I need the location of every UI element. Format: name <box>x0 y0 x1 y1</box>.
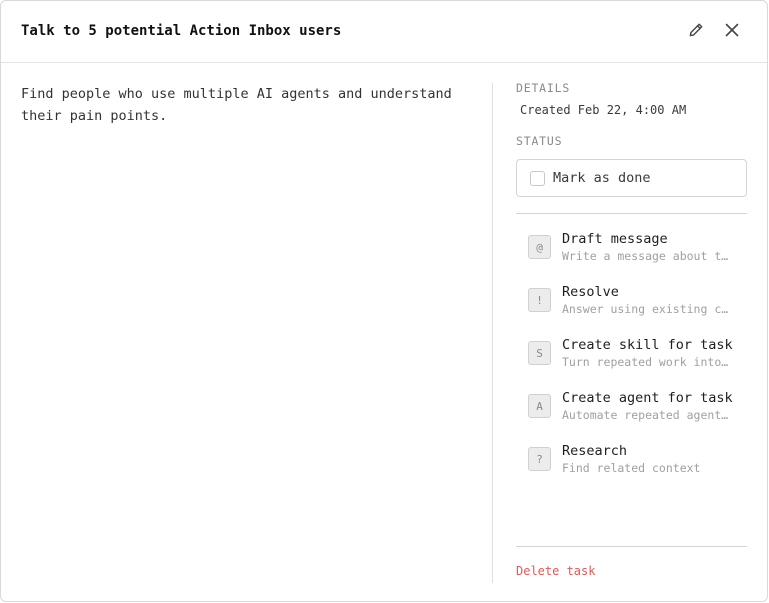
action-create-skill[interactable]: S Create skill for task Turn repeated wo… <box>516 332 747 380</box>
side-panel: DETAILS Created Feb 22, 4:00 AM STATUS M… <box>516 81 748 491</box>
action-subtitle: Turn repeated work into… <box>562 355 729 369</box>
mark-as-done-label: Mark as done <box>553 170 651 186</box>
mark-as-done-button[interactable]: Mark as done <box>516 159 747 197</box>
task-detail-modal: Talk to 5 potential Action Inbox users F… <box>0 0 768 602</box>
action-title: Draft message <box>562 231 668 247</box>
footer-divider <box>516 546 747 547</box>
agent-letter-icon: A <box>528 394 551 418</box>
created-timestamp: Created Feb 22, 4:00 AM <box>520 103 687 117</box>
action-title: Create skill for task <box>562 337 733 353</box>
action-create-agent[interactable]: A Create agent for task Automate repeate… <box>516 385 747 433</box>
task-description: Find people who use multiple AI agents a… <box>21 86 452 124</box>
edit-button[interactable] <box>683 19 709 45</box>
done-checkbox[interactable] <box>530 170 545 186</box>
action-subtitle: Automate repeated agent… <box>562 408 729 422</box>
action-title: Research <box>562 443 628 459</box>
action-subtitle: Write a message about t… <box>562 249 729 263</box>
action-draft-message[interactable]: @ Draft message Write a message about t… <box>516 226 747 274</box>
action-research[interactable]: ? Research Find related context <box>516 438 747 486</box>
details-label: DETAILS <box>516 81 571 95</box>
action-subtitle: Find related context <box>562 461 701 475</box>
action-resolve[interactable]: ! Resolve Answer using existing c… <box>516 279 747 327</box>
pencil-icon <box>688 22 704 42</box>
vertical-divider <box>492 83 493 583</box>
exclamation-icon: ! <box>528 288 551 312</box>
skill-letter-icon: S <box>528 341 551 365</box>
section-divider <box>516 213 747 214</box>
action-title: Resolve <box>562 284 619 300</box>
action-list: @ Draft message Write a message about t…… <box>516 226 748 486</box>
question-icon: ? <box>528 447 551 471</box>
task-title: Talk to 5 potential Action Inbox users <box>21 23 342 39</box>
status-label: STATUS <box>516 134 563 148</box>
action-title: Create agent for task <box>562 390 733 406</box>
action-subtitle: Answer using existing c… <box>562 302 729 316</box>
close-icon <box>724 22 740 42</box>
modal-header: Talk to 5 potential Action Inbox users <box>1 1 767 63</box>
delete-task-link[interactable]: Delete task <box>516 564 595 578</box>
close-button[interactable] <box>719 19 745 45</box>
at-icon: @ <box>528 235 551 259</box>
